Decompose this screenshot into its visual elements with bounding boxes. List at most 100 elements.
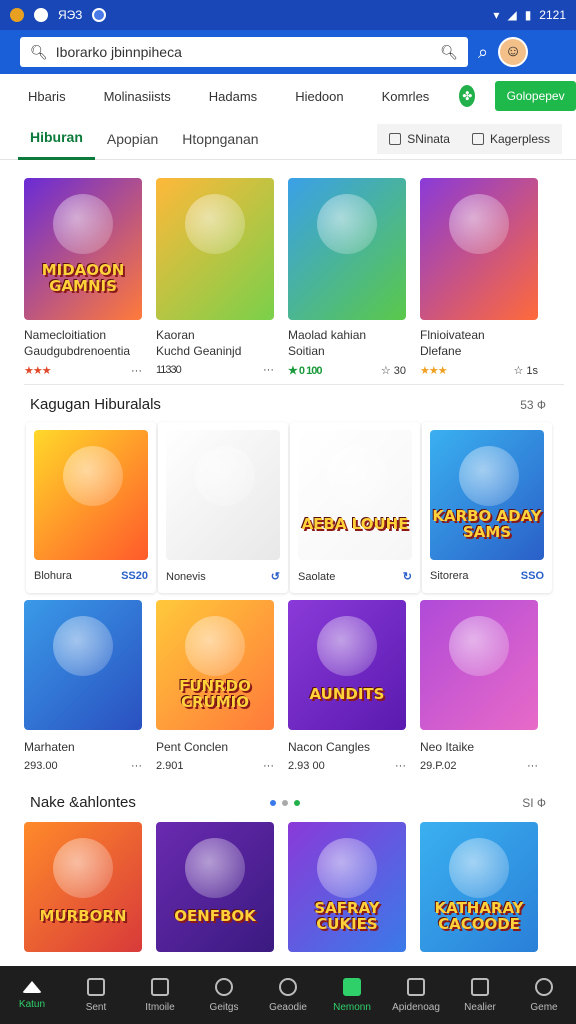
game-thumbnail[interactable]: MURBORN	[24, 822, 142, 952]
more-icon[interactable]: ···	[131, 365, 142, 377]
game-meta: ★★★ ···	[24, 364, 142, 378]
game-card[interactable]: Neo Itaike 29.P.02 ···	[420, 600, 538, 772]
search-bar: 🔍︎ Iborarko jbinnpiheca 🔍︎ ⌕ ☺	[0, 30, 576, 74]
game-thumbnail[interactable]	[34, 430, 148, 560]
search-icon-right[interactable]: 🔍︎	[440, 44, 458, 61]
nav-book[interactable]: Apidenoag	[384, 966, 448, 1024]
category-card[interactable]: KARBO ADAY SAMS Sitorera SSO	[422, 422, 552, 593]
nav-circle[interactable]: Geitgs	[192, 966, 256, 1024]
game-card[interactable]: Kaoran Kuchd Geaninjd 11330 ···	[156, 178, 274, 377]
thumbnail-title: AUNDITS	[309, 685, 385, 704]
section-title-3: Nake &ahlontes	[30, 794, 136, 811]
home-icon	[22, 980, 42, 993]
game-thumbnail[interactable]	[24, 600, 142, 730]
filter-b[interactable]: Kagerpless	[471, 132, 550, 146]
topnav-item-1[interactable]: Hbaris	[28, 89, 66, 104]
search-button[interactable]: ⌕	[478, 42, 488, 63]
nav-compass[interactable]: Geaodie	[256, 966, 320, 1024]
nav-label: Katun	[18, 998, 46, 1010]
circle-icon	[215, 977, 233, 996]
topnav-item-2[interactable]: Molinasiists	[104, 89, 171, 104]
game-card[interactable]: Marhaten 293.00 ···	[24, 600, 142, 772]
game-thumbnail[interactable]	[420, 178, 538, 320]
clover-icon[interactable]: ✤	[459, 85, 476, 107]
filter-a-label: SNinata	[407, 131, 450, 146]
game-thumbnail[interactable]: KATHARAY CACOODE	[420, 822, 538, 952]
thumbnail-title: MIDAOON GAMNIS	[41, 261, 125, 295]
section-more-3[interactable]: SI Ф	[522, 796, 546, 810]
more-icon[interactable]: ···	[527, 760, 538, 772]
category-label: Nonevis	[166, 570, 206, 583]
avatar[interactable]: ☺	[498, 37, 529, 67]
more-icon[interactable]: ···	[395, 760, 406, 772]
game-card[interactable]: AUNDITS Nacon Cangles 2.93 00 ···	[288, 600, 406, 772]
category-card[interactable]: AEBA LOUHE Saolate ↻	[290, 422, 420, 593]
game-card[interactable]: MIDAOON GAMNIS Namecloitiation Gaudgubdren…	[24, 178, 142, 377]
filter-a[interactable]: SNinata	[389, 132, 450, 146]
game-card[interactable]: OENFBOK	[156, 822, 274, 952]
nav-calendar[interactable]: Itmoile	[128, 966, 192, 1024]
more-icon[interactable]: ···	[263, 364, 274, 376]
topnav-item-4[interactable]: Hiedoon	[295, 89, 343, 104]
section-more[interactable]: 53 Ф	[520, 398, 546, 412]
category-badge: SSO	[520, 570, 544, 582]
nav-game[interactable]: Nemonn	[320, 966, 384, 1024]
search-input[interactable]: 🔍︎ Iborarko jbinnpiheca 🔍︎	[20, 37, 468, 67]
game-meta: ★ 0 100 ☆ 30	[288, 364, 406, 377]
nav-label: Apidenoag	[392, 1001, 440, 1013]
nav-home[interactable]: Katun	[0, 966, 64, 1024]
game-card[interactable]: FUNRDO CRUMIO Pent Conclen 2.901 ···	[156, 600, 274, 772]
game-thumbnail[interactable]: MIDAOON GAMNIS	[24, 178, 142, 320]
row-popular: Marhaten 293.00 ··· FUNRDO CRUMIO Pent Concl…	[24, 600, 538, 772]
status-left-text: ЯЭЗ	[58, 8, 83, 22]
game-card[interactable]: Maolad kahian Soitian ★ 0 100 ☆ 30	[288, 178, 406, 377]
category-card[interactable]: Nonevis ↺	[158, 422, 288, 593]
search-icon: 🔍︎	[30, 43, 48, 60]
tab-hiburan[interactable]: Hiburan	[18, 118, 95, 160]
game-card[interactable]: Flnioivatean Dlefane ★★★ ☆ 1s	[420, 178, 538, 377]
nav-label: Geme	[530, 1001, 558, 1013]
book-icon	[407, 977, 425, 996]
row-featured: MIDAOON GAMNIS Namecloitiation Gaudgubdren…	[24, 178, 538, 377]
character-icon	[449, 838, 509, 898]
game-thumbnail[interactable]: AEBA LOUHE	[298, 430, 412, 560]
game-card[interactable]: KATHARAY CACOODE	[420, 822, 538, 952]
more-icon[interactable]: ☆ 1s	[513, 364, 538, 377]
character-icon	[317, 838, 377, 898]
cta-button[interactable]: Golopepev	[495, 81, 576, 111]
game-meta: 11330 ···	[156, 364, 274, 376]
more-icon[interactable]: ···	[263, 760, 274, 772]
category-badge: ↺	[270, 571, 280, 583]
game-thumbnail[interactable]	[420, 600, 538, 730]
top-nav: Hbaris Molinasiists Hadams Hiedoon Komrl…	[0, 74, 576, 118]
nav-store[interactable]: Sent	[64, 966, 128, 1024]
game-thumbnail[interactable]: OENFBOK	[156, 822, 274, 952]
battery-icon: ▮	[524, 8, 532, 22]
game-title: Maolad kahian	[288, 328, 367, 342]
checkbox-icon	[471, 132, 484, 145]
category-card[interactable]: Blohura SS20	[26, 422, 156, 593]
compass-icon	[279, 977, 297, 996]
game-thumbnail[interactable]: FUNRDO CRUMIO	[156, 600, 274, 730]
topnav-item-3[interactable]: Hadams	[209, 89, 257, 104]
more-icon[interactable]: ☆ 30	[381, 364, 406, 377]
category-label: Saolate	[298, 570, 336, 583]
game-thumbnail[interactable]	[156, 178, 274, 320]
game-card[interactable]: MURBORN	[24, 822, 142, 952]
game-thumbnail[interactable]	[166, 430, 280, 560]
game-thumbnail[interactable]	[288, 178, 406, 320]
filter-group: SNinata Kagerpless	[377, 123, 562, 154]
character-icon	[449, 616, 509, 676]
game-thumbnail[interactable]: AUNDITS	[288, 600, 406, 730]
game-thumbnail[interactable]: SAFRAY CUKIES	[288, 822, 406, 952]
notification-icon	[10, 8, 24, 22]
more-icon[interactable]: ···	[131, 760, 142, 772]
game-thumbnail[interactable]: KARBO ADAY SAMS	[430, 430, 544, 560]
topnav-item-5[interactable]: Komrles	[382, 89, 430, 104]
nav-bell[interactable]: Nealier	[448, 966, 512, 1024]
nav-person[interactable]: Geme	[512, 966, 576, 1024]
tab-apopian[interactable]: Apopian	[95, 118, 170, 160]
game-card[interactable]: SAFRAY CUKIES	[288, 822, 406, 952]
tab-htopnganan[interactable]: Htopnganan	[170, 118, 270, 160]
bottom-nav: Katun Sent Itmoile Geitgs Geaodie Nemonn Apide…	[0, 966, 576, 1024]
